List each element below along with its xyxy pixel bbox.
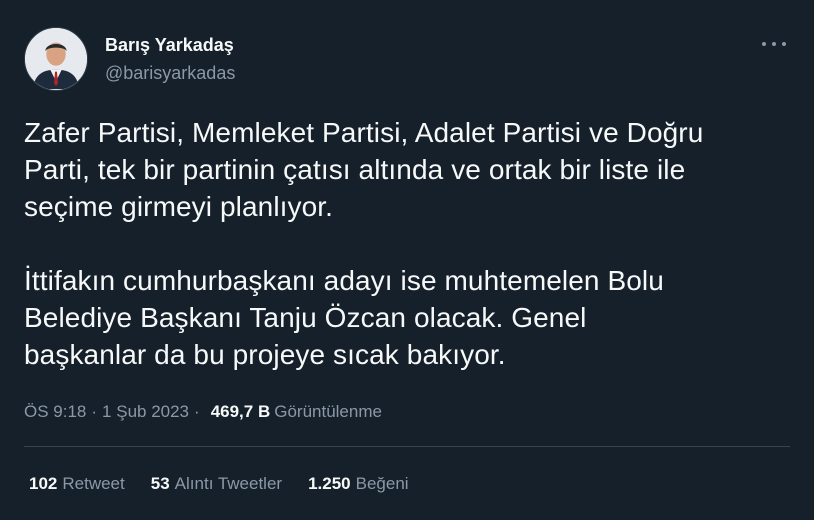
more-horizontal-icon-dot (772, 42, 776, 46)
tweet-line: Zafer Partisi, Memleket Partisi, Adalet … (24, 117, 704, 148)
meta-separator: · (194, 402, 200, 421)
quotes-label: Alıntı Tweetler (174, 474, 283, 493)
more-horizontal-icon-dot (782, 42, 786, 46)
tweet-line: Parti, tek bir partinin çatısı altında v… (24, 154, 686, 185)
tweet-line: Belediye Başkanı Tanju Özcan olacak. Gen… (24, 302, 587, 333)
quotes-stat[interactable]: 53 Alıntı Tweetler (151, 473, 282, 495)
tweet-date[interactable]: 1 Şub 2023 (102, 401, 189, 423)
tweet-meta: ÖS 9:18 · 1 Şub 2023 · 469,7 B Görüntüle… (24, 401, 382, 423)
tweet-text: Zafer Partisi, Memleket Partisi, Adalet … (24, 114, 794, 373)
author-handle[interactable]: @barisyarkadas (105, 62, 235, 84)
views-label: Görüntülenme (274, 402, 382, 421)
likes-count: 1.250 (308, 474, 351, 493)
views-count: 469,7 B (210, 402, 271, 421)
retweets-stat[interactable]: 102 Retweet (29, 473, 125, 495)
author-names: Barış Yarkadaş @barisyarkadas (105, 34, 235, 84)
likes-label: Beğeni (355, 474, 409, 493)
tweet-line: İttifakın cumhurbaşkanı adayı ise muhtem… (24, 265, 664, 296)
avatar[interactable] (24, 27, 88, 91)
author-display-name[interactable]: Barış Yarkadaş (105, 34, 235, 56)
avatar-portrait-icon (25, 28, 87, 89)
retweets-count: 102 (29, 474, 58, 493)
more-horizontal-icon (762, 42, 766, 46)
tweet-stats: 102 Retweet 53 Alıntı Tweetler 1.250 Beğ… (29, 473, 435, 495)
more-options-button[interactable] (762, 36, 786, 52)
tweet-card: Barış Yarkadaş @barisyarkadas Zafer Part… (0, 0, 814, 520)
meta-separator: · (91, 402, 98, 421)
divider-top (24, 446, 790, 447)
likes-stat[interactable]: 1.250 Beğeni (308, 473, 408, 495)
tweet-time[interactable]: ÖS 9:18 (24, 401, 86, 423)
tweet-line: başkanlar da bu projeye sıcak bakıyor. (24, 339, 506, 370)
tweet-header: Barış Yarkadaş @barisyarkadas (24, 27, 235, 91)
quotes-count: 53 (150, 474, 170, 493)
tweet-line: seçime girmeyi planlıyor. (24, 191, 334, 222)
retweets-label: Retweet (62, 474, 125, 493)
